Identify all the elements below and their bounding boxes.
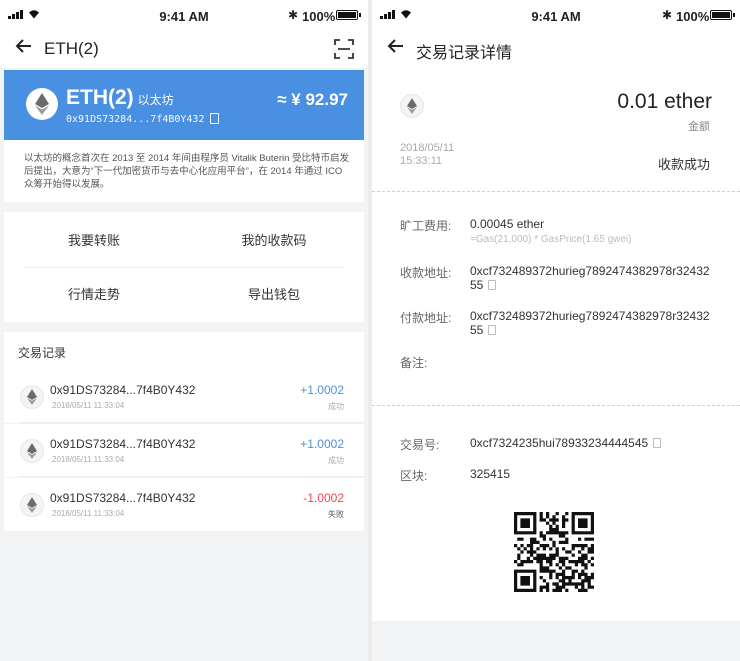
wallet-banner: ETH(2) 以太坊 0x91DS73284...7f4B0Y432 ≈ ¥ 92… (4, 70, 364, 140)
qr-code (514, 512, 594, 592)
coin-chinese-name: 以太坊 (137, 93, 174, 107)
eth-logo-icon (20, 493, 44, 517)
txid-label: 交易号: (400, 438, 440, 452)
from-address: 0xcf732489372hurieg7892474382978r3243255 (470, 309, 715, 337)
coin-description: 以太坊的概念首次在 2013 至 2014 年间由程序员 Vitalik But… (4, 140, 364, 202)
txid-text: 0xcf7324235hui78933234444545 (470, 436, 649, 450)
back-arrow-icon[interactable] (14, 36, 34, 56)
copy-icon[interactable] (488, 325, 497, 335)
record-status: 成功 (328, 456, 344, 465)
nav-bar: 交易记录详情 (372, 30, 740, 68)
page-title: 交易记录详情 (416, 45, 513, 62)
transaction-card: 0.01 ether 金额 2018/05/11 15:33:11 收款成功 旷… (372, 68, 740, 621)
records-title: 交易记录 (4, 332, 364, 370)
bluetooth-icon: ✱ (288, 8, 299, 22)
screens: 9:41 AM ✱ 100% ETH(2) ETH(2) 以太坊 0x91DS73… (0, 0, 740, 661)
block-label: 区块: (400, 469, 428, 483)
to-address-label: 收款地址: (400, 266, 452, 280)
fee-detail: =Gas(21,000) * GasPrice(1.65 gwei) (470, 234, 632, 245)
eth-logo-icon (20, 385, 44, 409)
back-arrow-icon[interactable] (386, 36, 406, 56)
transaction-status: 收款成功 (657, 157, 710, 172)
record-date: 2018/05/11 11:33:04 (52, 509, 125, 518)
battery-icon (710, 10, 735, 20)
record-address: 0x91DS73284...7f4B0Y432 (50, 437, 196, 451)
record-row[interactable]: 0x91DS73284...7f4B0Y432 2018/05/11 11:33… (4, 478, 364, 531)
record-amount: +1.0002 (300, 383, 344, 397)
fee-label: 旷工费用: (400, 219, 452, 233)
record-amount: -1.0002 (303, 491, 344, 505)
eth-logo-icon (26, 88, 58, 120)
transfer-button[interactable]: 我要转账 (4, 214, 184, 268)
eth-logo-icon (400, 94, 424, 118)
transaction-datetime: 2018/05/11 15:33:11 (400, 142, 454, 168)
txid: 0xcf7324235hui78933234444545 (470, 436, 715, 450)
divider (18, 476, 364, 477)
copy-icon[interactable] (488, 280, 497, 290)
market-trend-button[interactable]: 行情走势 (4, 268, 184, 322)
transaction-date: 2018/05/11 (400, 142, 455, 154)
note-label: 备注: (400, 356, 428, 370)
transaction-detail-screen: 9:41 AM ✱ 100% 交易记录详情 0.01 ether 金额 2018… (372, 0, 740, 661)
record-date: 2018/05/11 11:33:04 (52, 401, 125, 410)
record-status: 失败 (328, 510, 344, 519)
record-amount: +1.0002 (300, 437, 344, 451)
battery-percent: 100% (302, 9, 336, 24)
nav-bar: ETH(2) (0, 30, 368, 68)
copy-icon[interactable] (210, 113, 220, 124)
eth-logo-icon (20, 439, 44, 463)
status-bar: 9:41 AM ✱ 100% (372, 0, 740, 30)
wallet-address-text: 0x91DS73284...7f4B0Y432 (66, 114, 205, 125)
battery-icon (336, 10, 361, 20)
wallet-value: ≈ ¥ 92.97 (277, 90, 348, 109)
scan-icon[interactable] (334, 39, 354, 59)
wallet-screen: 9:41 AM ✱ 100% ETH(2) ETH(2) 以太坊 0x91DS73… (0, 0, 368, 661)
page-title: ETH(2) (44, 39, 99, 58)
wallet-address: 0x91DS73284...7f4B0Y432 (66, 113, 220, 125)
coin-symbol: ETH(2) (66, 86, 134, 109)
bluetooth-icon: ✱ (662, 8, 673, 22)
export-wallet-button[interactable]: 导出钱包 (184, 268, 364, 322)
battery-percent: 100% (676, 9, 710, 24)
coin-name: ETH(2) 以太坊 (66, 86, 174, 110)
divider (18, 422, 364, 423)
from-address-label: 付款地址: (400, 311, 452, 325)
transaction-time: 15:33:11 (400, 155, 443, 167)
to-address-text: 0xcf732489372hurieg7892474382978r3243255 (470, 264, 710, 292)
transaction-amount: 0.01 ether (617, 90, 712, 113)
record-status: 成功 (328, 402, 344, 411)
record-address: 0x91DS73284...7f4B0Y432 (50, 383, 196, 397)
fee-value: 0.00045 ether (470, 217, 545, 231)
action-grid: 我要转账 我的收款码 行情走势 导出钱包 (4, 212, 364, 322)
record-row[interactable]: 0x91DS73284...7f4B0Y432 2018/05/11 11:33… (4, 370, 364, 423)
from-address-text: 0xcf732489372hurieg7892474382978r3243255 (470, 309, 710, 337)
record-row[interactable]: 0x91DS73284...7f4B0Y432 2018/05/11 11:33… (4, 424, 364, 477)
record-address: 0x91DS73284...7f4B0Y432 (50, 491, 196, 505)
copy-icon[interactable] (653, 438, 662, 448)
dashed-divider (372, 405, 740, 406)
block-number: 325415 (470, 467, 511, 481)
receive-code-button[interactable]: 我的收款码 (184, 214, 364, 268)
dashed-divider (372, 191, 740, 192)
status-bar: 9:41 AM ✱ 100% (0, 0, 368, 30)
record-date: 2018/05/11 11:33:04 (52, 455, 125, 464)
amount-label: 金额 (688, 121, 710, 133)
to-address: 0xcf732489372hurieg7892474382978r3243255 (470, 264, 715, 292)
